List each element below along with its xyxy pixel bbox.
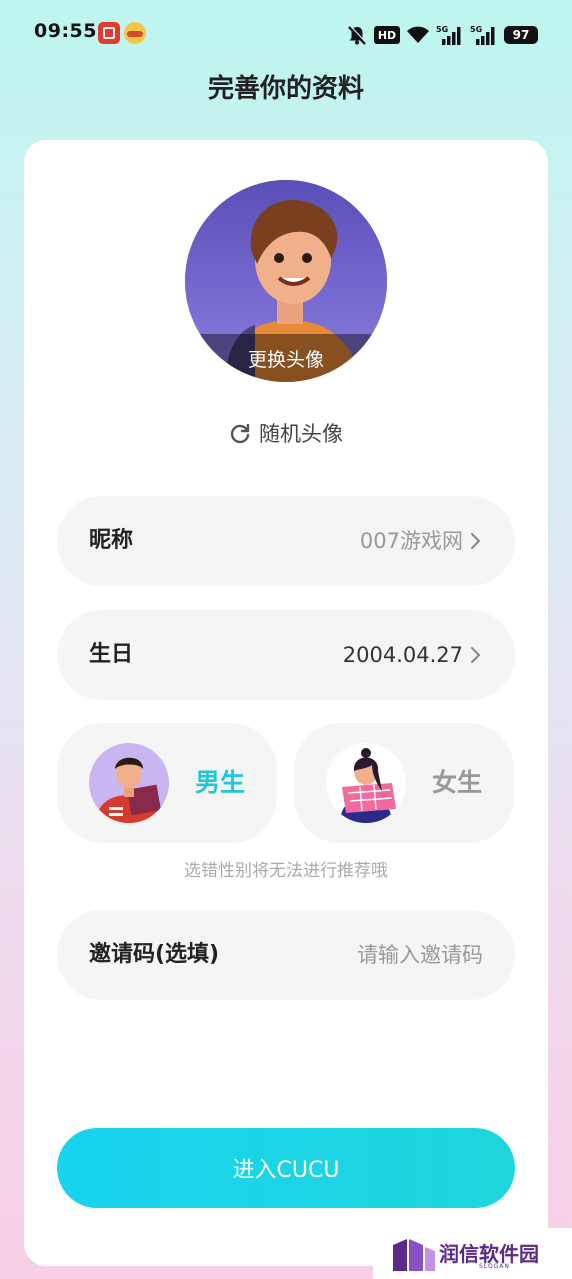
watermark-logo-icon [393, 1239, 435, 1271]
enter-cucu-button[interactable]: 进入CUCU [57, 1128, 515, 1208]
nickname-label: 昵称 [89, 528, 134, 553]
notification-app-icon [124, 22, 146, 44]
hd-icon: HD [374, 26, 400, 44]
invite-code-label: 邀请码(选填) [89, 942, 220, 967]
watermark: 润信软件园 SLOGAN [373, 1228, 572, 1279]
mute-icon [348, 25, 367, 45]
refresh-icon [230, 423, 250, 444]
page-title: 完善你的资料 [207, 74, 364, 104]
gender-hint: 选错性别将无法进行推荐哦 [184, 861, 388, 881]
notification-app-icon [98, 22, 120, 44]
avatar-button[interactable]: 更换头像 [185, 180, 387, 382]
gender-female-option[interactable]: 女生 [294, 723, 514, 843]
birthday-field[interactable]: 生日 2004.04.27 [57, 610, 515, 700]
nickname-value: 007游戏网 [359, 529, 463, 553]
5g-signal-icon: 5G [436, 25, 461, 45]
female-illustration [326, 743, 406, 823]
female-label: 女生 [431, 768, 482, 797]
gender-male-option[interactable]: 男生 [57, 723, 277, 843]
battery-icon: 97 [504, 26, 538, 44]
svg-text:5G: 5G [470, 25, 482, 34]
birthday-value: 2004.04.27 [342, 643, 463, 667]
invite-code-input[interactable]: 请输入邀请码 [357, 910, 483, 1000]
random-avatar-button[interactable]: 随机头像 [0, 418, 572, 448]
chevron-right-icon [471, 533, 480, 549]
5g-signal-icon: 5G [470, 25, 495, 45]
random-avatar-label: 随机头像 [259, 422, 343, 446]
status-bar: 09:55 HD 5G 5G 97 [0, 0, 572, 68]
male-illustration [89, 743, 169, 823]
status-time: 09:55 [34, 20, 97, 42]
change-avatar-label: 更换头像 [185, 334, 387, 382]
watermark-slogan: SLOGAN [479, 1263, 510, 1270]
chevron-right-icon [471, 647, 480, 663]
birthday-label: 生日 [89, 642, 134, 667]
male-label: 男生 [194, 768, 245, 797]
invite-code-field[interactable]: 邀请码(选填) 请输入邀请码 [57, 910, 515, 1000]
svg-text:5G: 5G [436, 25, 448, 34]
nickname-field[interactable]: 昵称 007游戏网 [57, 496, 515, 586]
wifi-icon [407, 26, 429, 43]
